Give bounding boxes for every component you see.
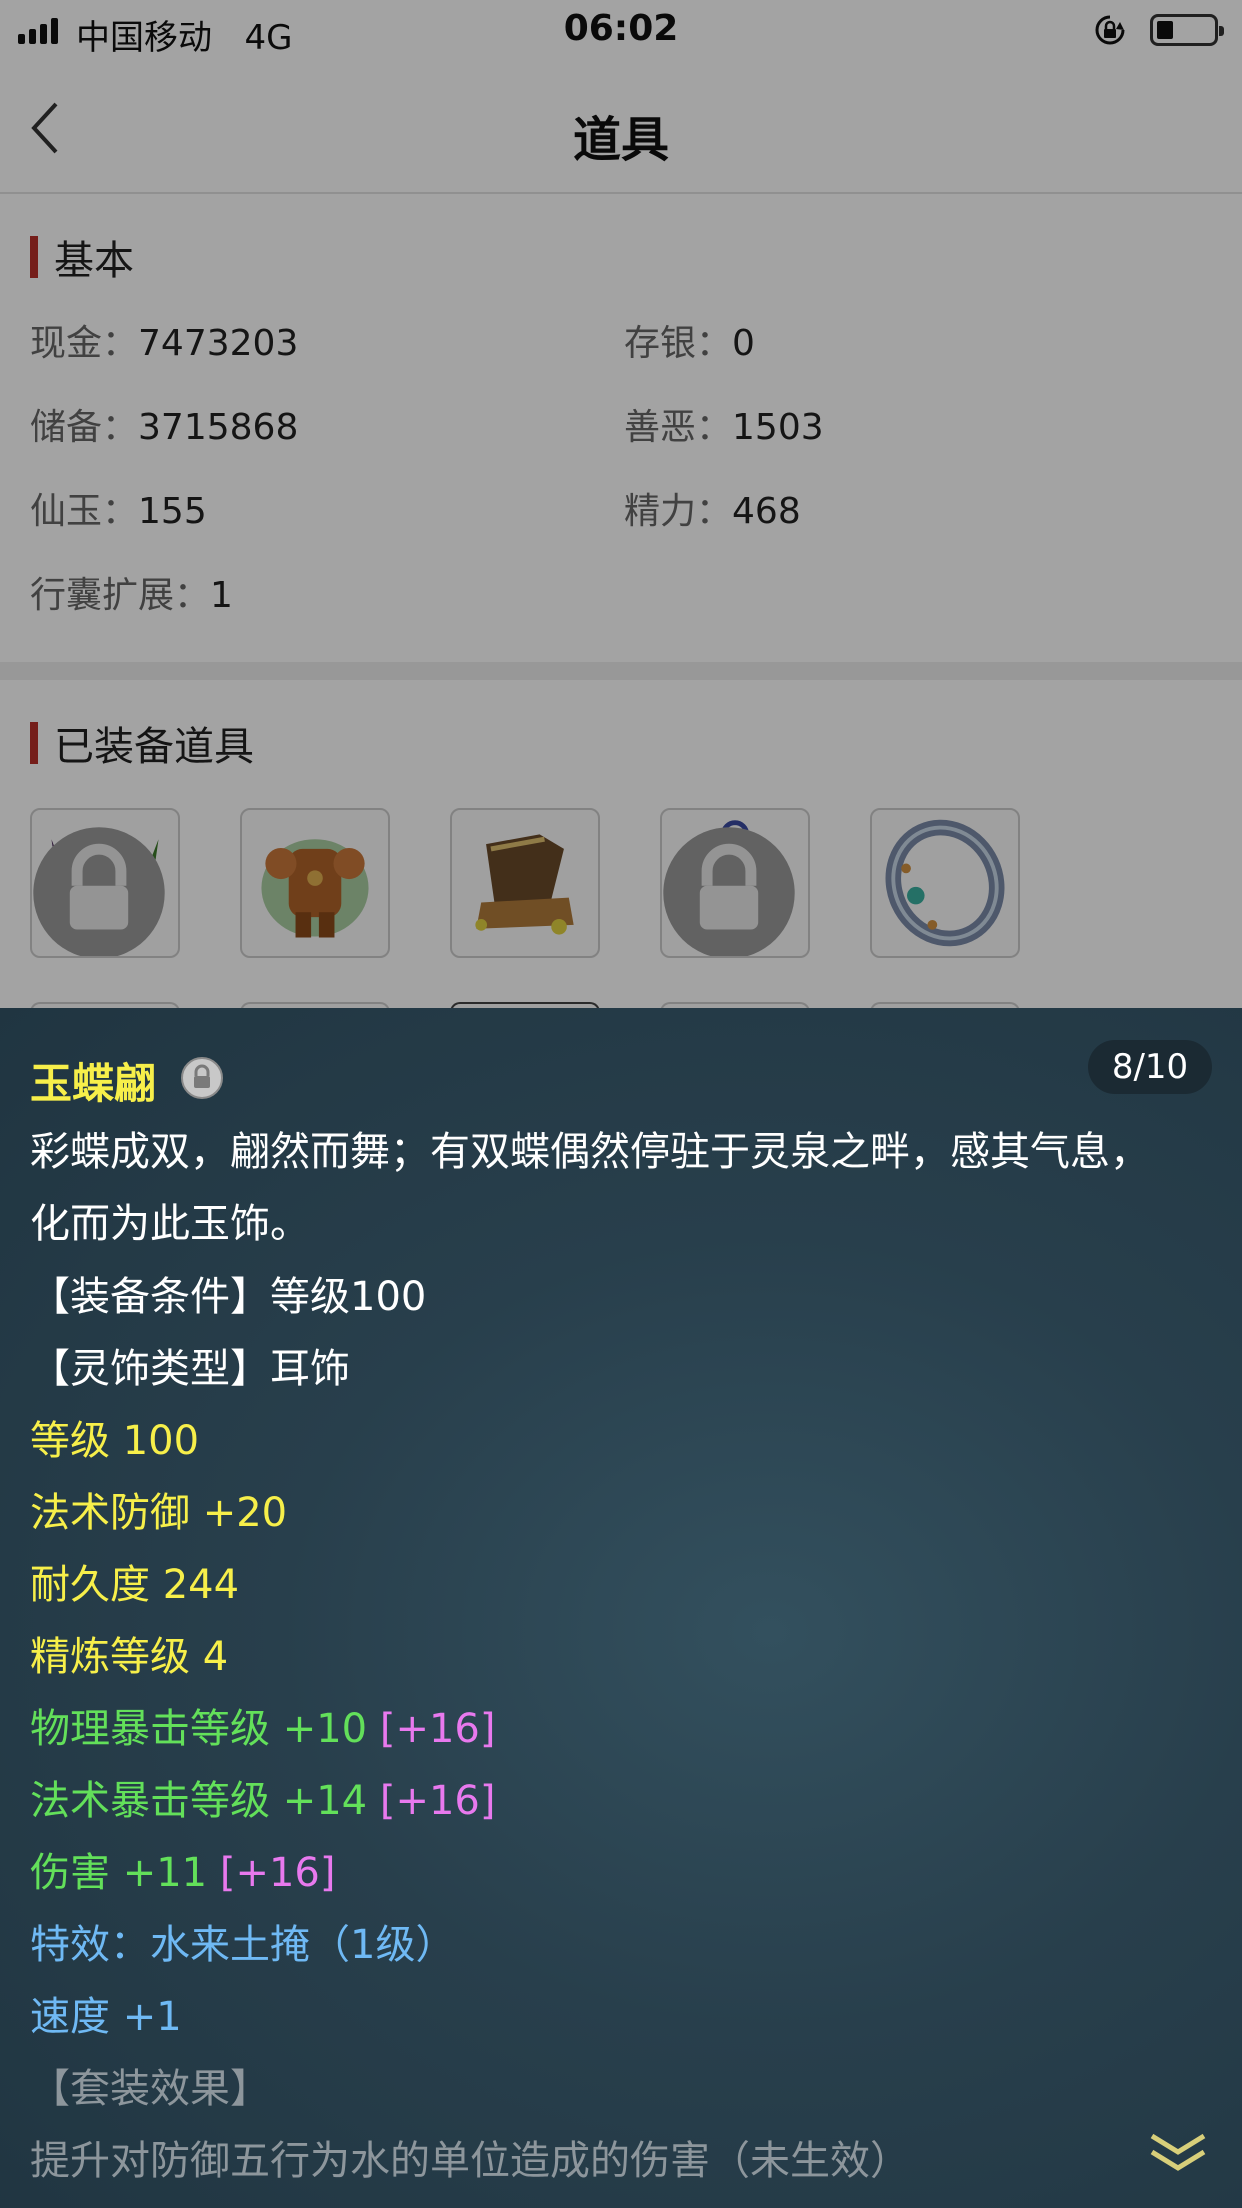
stat-refine-level: 精炼等级 4 — [30, 1634, 229, 1680]
set-effect-title: 【套装效果】 — [30, 2066, 270, 2112]
accessory-type: 【灵饰类型】耳饰 — [30, 1346, 350, 1392]
set-effect-description: 提升对防御五行为水的单位造成的伤害（未生效） — [30, 2138, 910, 2184]
chevron-down-double-icon[interactable] — [1148, 2128, 1208, 2178]
stat-magic-defense: 法术防御 +20 — [30, 1490, 288, 1536]
stat-durability: 耐久度 244 — [30, 1562, 240, 1608]
item-name: 玉蝶翩 — [30, 1059, 157, 1108]
stat-physical-crit: 物理暴击等级 +10 [+16] — [30, 1706, 496, 1752]
stat-level: 等级 100 — [30, 1418, 200, 1464]
special-effect: 特效：水来土掩（1级） — [30, 1922, 456, 1968]
stat-speed: 速度 +1 — [30, 1994, 182, 2040]
equip-requirement: 【装备条件】等级100 — [30, 1274, 427, 1320]
stat-magic-crit: 法术暴击等级 +14 [+16] — [30, 1778, 496, 1824]
stat-damage: 伤害 +11 [+16] — [30, 1850, 336, 1896]
lock-icon — [181, 1057, 223, 1099]
modal-overlay[interactable] — [0, 0, 1242, 1008]
item-description: 彩蝶成双，翩然而舞；有双蝶偶然停驻于灵泉之畔，感其气息，化而为此玉饰。 — [30, 1129, 1150, 1247]
page-indicator-badge: 8/10 — [1088, 1040, 1212, 1094]
